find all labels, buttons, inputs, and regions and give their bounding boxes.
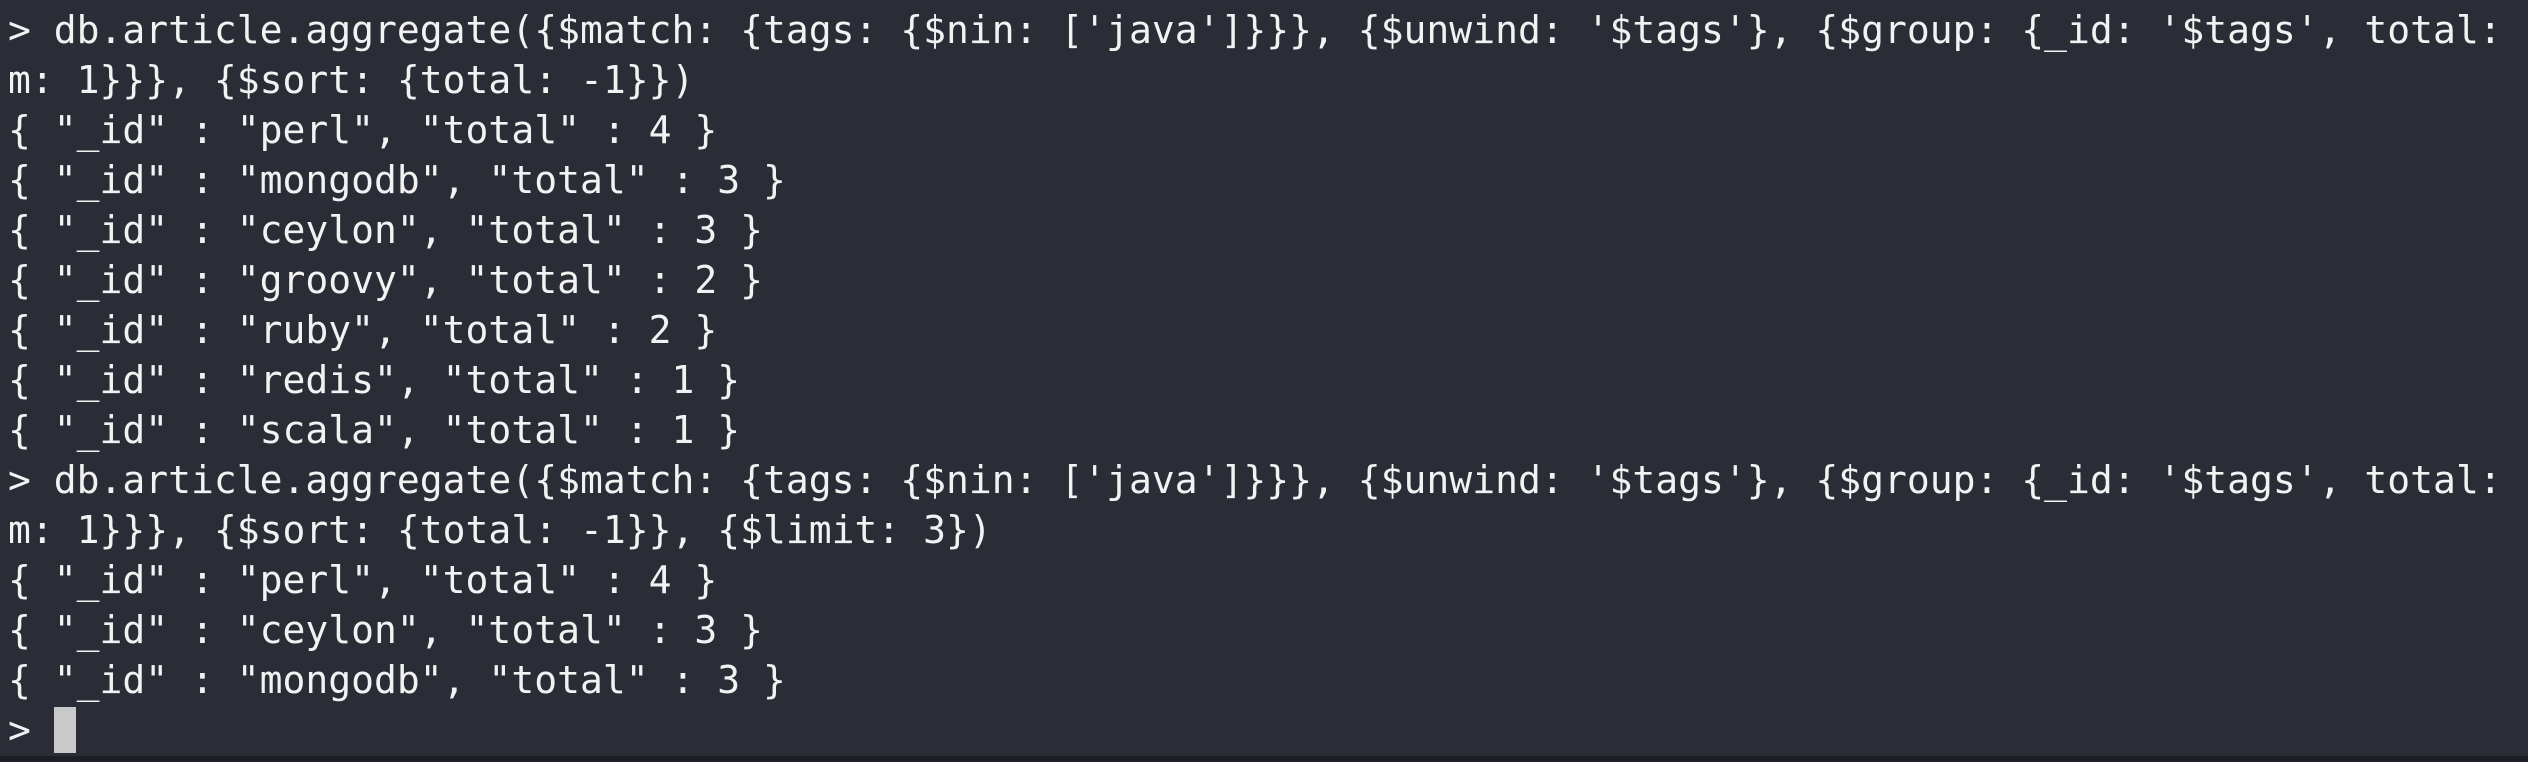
output-line: { "_id" : "redis", "total" : 1 }	[8, 358, 741, 402]
output-line: { "_id" : "ceylon", "total" : 3 }	[8, 608, 763, 652]
output-line: { "_id" : "ruby", "total" : 2 }	[8, 308, 718, 352]
prompt-symbol: >	[8, 708, 54, 752]
output-line: { "_id" : "scala", "total" : 1 }	[8, 408, 741, 452]
active-prompt-line[interactable]: >	[8, 705, 2528, 755]
command-line-1-part-1: > db.article.aggregate({$match: {tags: {…	[8, 8, 2528, 52]
text-cursor[interactable]	[53, 707, 76, 753]
command-line-2-part-1: > db.article.aggregate({$match: {tags: {…	[8, 458, 2528, 502]
command-line-1-part-2: m: 1}}}, {$sort: {total: -1}})	[8, 58, 695, 102]
output-line: { "_id" : "mongodb", "total" : 3 }	[8, 658, 786, 702]
output-line: { "_id" : "perl", "total" : 4 }	[8, 558, 718, 602]
terminal-bottom-edge	[0, 756, 2528, 762]
terminal-window[interactable]: > db.article.aggregate({$match: {tags: {…	[0, 0, 2528, 762]
output-line: { "_id" : "perl", "total" : 4 }	[8, 108, 718, 152]
output-line: { "_id" : "ceylon", "total" : 3 }	[8, 208, 763, 252]
terminal-top-edge	[0, 0, 2528, 4]
command-line-2-part-2: m: 1}}}, {$sort: {total: -1}}, {$limit: …	[8, 508, 992, 552]
output-line: { "_id" : "mongodb", "total" : 3 }	[8, 158, 786, 202]
output-line: { "_id" : "groovy", "total" : 2 }	[8, 258, 763, 302]
